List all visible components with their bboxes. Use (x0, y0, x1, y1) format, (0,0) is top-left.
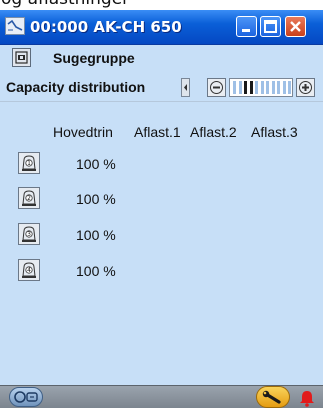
minimize-button[interactable] (236, 16, 257, 37)
capacity-level-tick (249, 81, 253, 94)
suction-group-row: Sugegruppe (0, 45, 323, 71)
capacity-level-tick (266, 81, 269, 94)
compressor-value: 100 % (76, 191, 116, 207)
compressor-icon[interactable]: 3 (18, 223, 40, 245)
controller-icon (14, 391, 38, 403)
compressor-icon[interactable]: 4 (18, 259, 40, 281)
close-button[interactable] (285, 16, 306, 37)
caption-fragment: og aflastninger (0, 0, 323, 10)
alarm-bell-icon[interactable] (297, 388, 317, 408)
compressor-row: 1 100 % (0, 152, 323, 178)
controller-button[interactable] (9, 387, 43, 407)
column-header-hovedtrin: Hovedtrin (53, 124, 113, 140)
capacity-decrease-button[interactable] (207, 78, 226, 97)
capacity-level-bar[interactable] (229, 78, 293, 97)
compressor-row: 3 100 % (0, 223, 323, 249)
minimize-icon (242, 29, 250, 32)
capacity-increase-button[interactable] (296, 78, 315, 97)
maximize-icon (264, 20, 277, 33)
compressor-number: 3 (27, 231, 31, 238)
capacity-level-tick (277, 81, 280, 94)
wrench-icon (262, 390, 281, 404)
suction-group-label: Sugegruppe (53, 50, 135, 66)
compressor-value: 100 % (76, 263, 116, 279)
compressor-number: 2 (27, 195, 31, 202)
title-bar[interactable]: 00:000 AK-CH 650 (0, 10, 323, 45)
capacity-level-tick (233, 81, 236, 94)
bottom-toolbar (0, 385, 323, 408)
column-header-aflast-1: Aflast.1 (134, 124, 181, 140)
line-chart-icon[interactable] (5, 17, 25, 35)
app-window: 00:000 AK-CH 650 Sugegruppe Capacity dis… (0, 10, 323, 408)
capacity-level-tick (260, 81, 264, 94)
caption-fragment-text: og aflastninger (1, 0, 129, 9)
compressor-icon[interactable]: 2 (18, 187, 40, 209)
compressor-number: 4 (27, 267, 31, 274)
column-header-aflast-2: Aflast.2 (190, 124, 237, 140)
capacity-level-tick (244, 81, 247, 94)
compressor-icon[interactable]: 1 (18, 152, 40, 174)
capacity-level-tick (288, 81, 291, 94)
capacity-level-tick (238, 81, 242, 94)
window-title: 00:000 AK-CH 650 (30, 18, 182, 36)
capacity-level-tick (255, 81, 258, 94)
close-icon (290, 21, 301, 32)
maximize-button[interactable] (260, 16, 281, 37)
minus-icon (210, 81, 223, 94)
compressor-number: 1 (27, 160, 31, 167)
compressor-value: 100 % (76, 227, 116, 243)
capacity-distribution-row: Capacity distribution (0, 72, 323, 102)
compressor-row: 2 100 % (0, 187, 323, 213)
plus-icon (299, 81, 312, 94)
capacity-distribution-label: Capacity distribution (6, 79, 146, 95)
compressor-row: 4 100 % (0, 259, 323, 285)
compressor-value: 100 % (76, 156, 116, 172)
column-header-aflast-3: Aflast.3 (251, 124, 298, 140)
suction-group-icon[interactable] (12, 48, 31, 67)
scroll-left-icon[interactable] (181, 78, 190, 97)
capacity-level-tick (271, 81, 275, 94)
capacity-level-tick (282, 81, 286, 94)
service-button[interactable] (256, 386, 290, 408)
